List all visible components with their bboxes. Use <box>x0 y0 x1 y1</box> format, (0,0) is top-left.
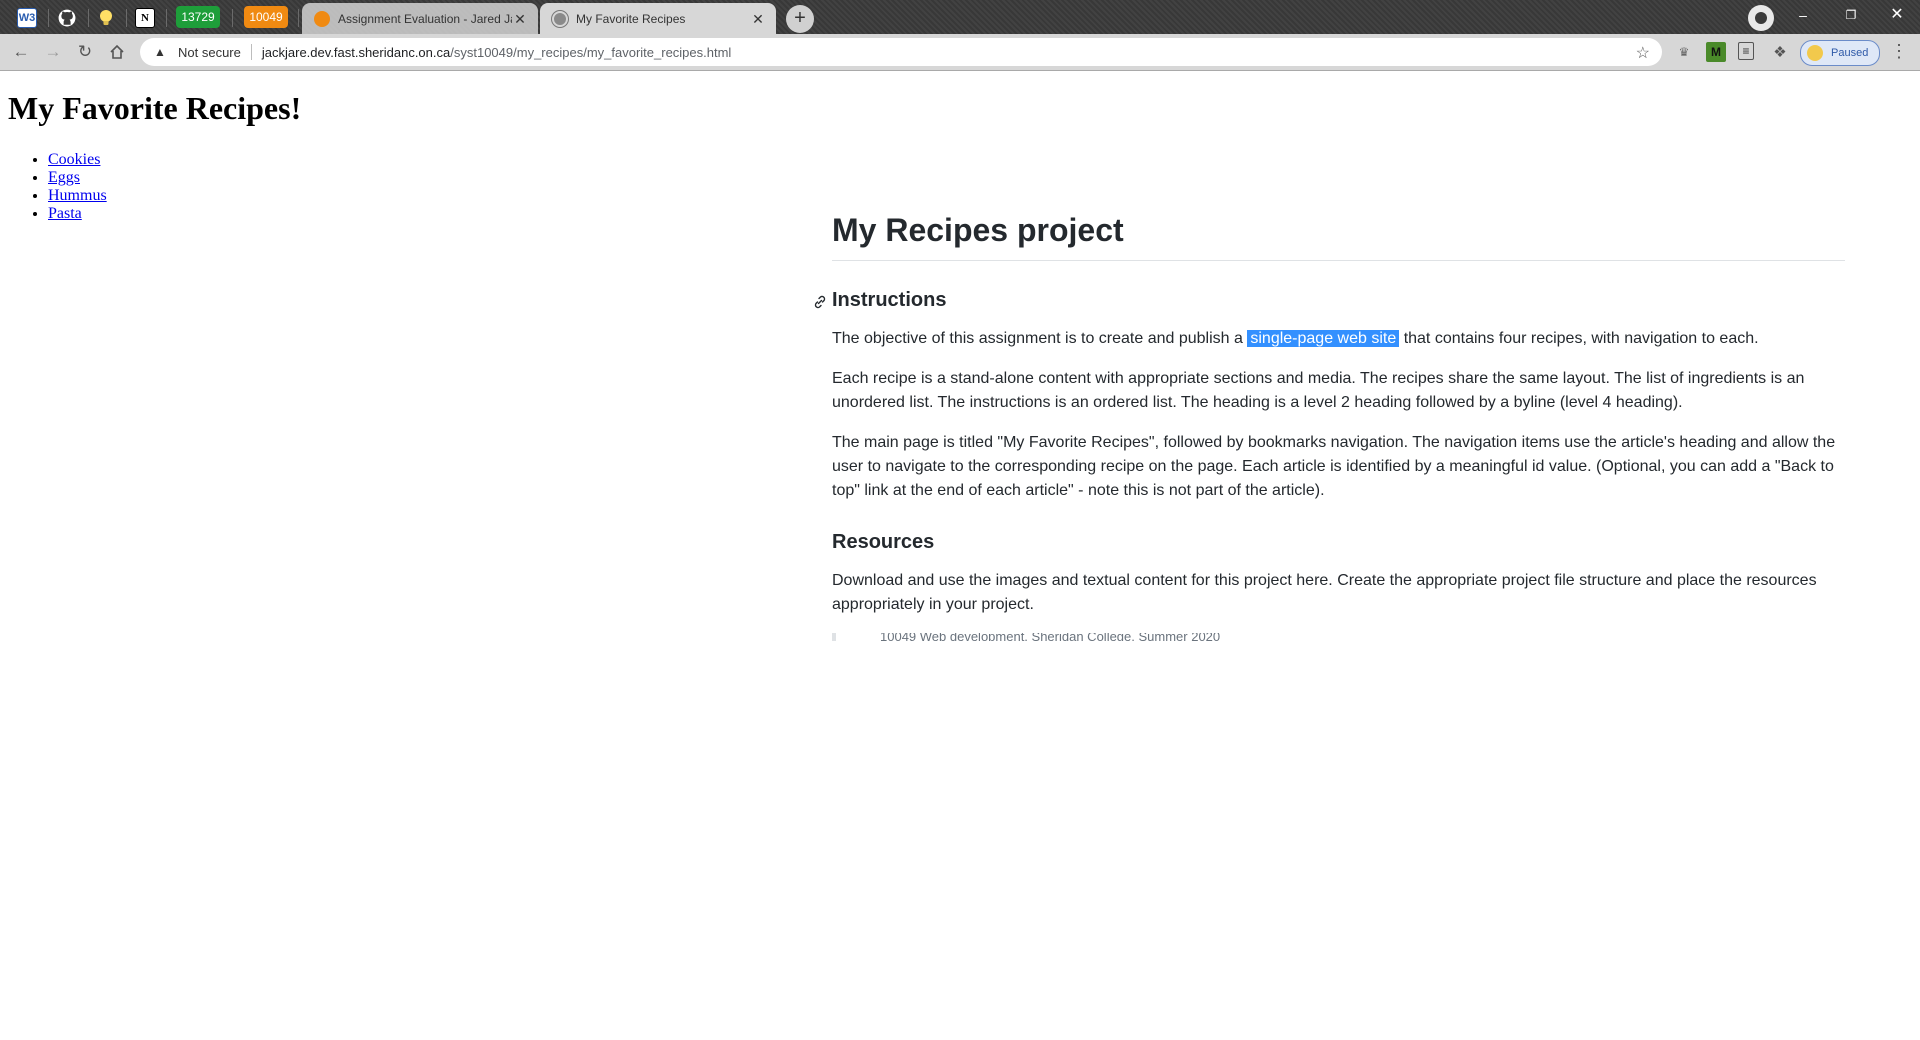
close-icon[interactable]: ✕ <box>512 11 528 27</box>
tab-separator <box>232 9 233 27</box>
pinned-tab-w3schools[interactable]: W3 <box>9 3 45 33</box>
nav-link-cookies[interactable]: Cookies <box>48 151 100 168</box>
nav-link-hummus[interactable]: Hummus <box>48 187 107 204</box>
pinned-tab-bulb[interactable] <box>88 3 124 33</box>
warning-icon[interactable]: ▲ <box>152 45 168 59</box>
home-icon <box>110 44 124 59</box>
objective-text-start: The objective of this assignment is to c… <box>832 330 1243 347</box>
extensions-puzzle-icon[interactable]: ❖ <box>1770 42 1790 62</box>
paragraph-main-page: The main page is titled "My Favorite Rec… <box>832 434 1836 499</box>
url-separator <box>250 44 252 60</box>
readme-article: My Recipes project Instructions The obje… <box>814 210 1845 641</box>
extension-crown-icon[interactable]: ♛ <box>1674 42 1694 62</box>
tab-badge-orange[interactable]: 10049 <box>244 6 288 28</box>
paragraph-objective: The objective of this assignment is to c… <box>832 327 1845 351</box>
extension-doc-icon[interactable]: ≡ <box>1738 42 1754 60</box>
lightbulb-icon <box>97 9 115 27</box>
new-tab-button[interactable]: + <box>786 5 814 33</box>
objective-text-end: that contains four recipes, with navigat… <box>1403 330 1759 347</box>
paragraph-resources: Download and use the images and textual … <box>832 572 1817 613</box>
restore-button[interactable]: ❐ <box>1828 0 1874 30</box>
github-icon <box>58 9 76 27</box>
tab-badge-green[interactable]: 13729 <box>176 6 220 28</box>
bookmark-navigation: Cookies Eggs Hummus Pasta <box>8 151 107 223</box>
blockquote-bar <box>832 633 836 641</box>
security-label[interactable]: Not secure <box>178 45 241 60</box>
resources-heading: Resources <box>832 531 935 553</box>
selected-text: single-page web site <box>1247 330 1400 347</box>
nav-item: Pasta <box>48 205 107 223</box>
readme-title: My Recipes project <box>832 210 1845 261</box>
nav-link-eggs[interactable]: Eggs <box>48 169 80 186</box>
instructions-heading-text: Instructions <box>832 289 947 311</box>
tab-search-icon[interactable] <box>1748 5 1774 31</box>
profile-status: Paused <box>1831 47 1869 59</box>
w3schools-icon: W3 <box>17 8 37 28</box>
browser-toolbar: ← → ↻ ▲ Not secure jackjare.dev.fast.she… <box>0 34 1920 71</box>
profile-button[interactable]: Paused <box>1800 40 1880 66</box>
tab-title: My Favorite Recipes <box>576 11 686 26</box>
avatar <box>1807 45 1823 61</box>
tab-title: Assignment Evaluation - Jared Ja <box>338 11 512 26</box>
address-bar[interactable]: ▲ Not secure jackjare.dev.fast.sheridanc… <box>140 38 1662 66</box>
tab-assignment-evaluation[interactable]: Assignment Evaluation - Jared Ja ✕ <box>302 3 538 34</box>
home-button[interactable] <box>105 40 129 64</box>
tab-separator <box>166 9 167 27</box>
forward-button[interactable]: → <box>41 40 65 64</box>
footer-text: 10049 Web development, Sheridan College,… <box>880 633 1221 641</box>
pinned-tab-notion[interactable]: N <box>127 3 163 33</box>
minimize-button[interactable]: – <box>1780 0 1826 30</box>
reload-button[interactable]: ↻ <box>73 40 97 64</box>
notion-icon: N <box>135 8 155 28</box>
footer-cut-line: 10049 Web development, Sheridan College,… <box>832 633 1845 641</box>
nav-item: Cookies <box>48 151 107 169</box>
url-host: jackjare.dev.fast.sheridanc.on.ca <box>261 44 451 60</box>
tab-separator <box>298 9 299 27</box>
close-icon[interactable]: ✕ <box>750 11 766 27</box>
pinned-tab-github[interactable] <box>49 3 85 33</box>
extension-m-icon[interactable]: M <box>1706 42 1726 62</box>
tab-my-favorite-recipes[interactable]: My Favorite Recipes ✕ <box>540 3 776 34</box>
nav-item: Hummus <box>48 187 107 205</box>
paragraph-recipe-layout: Each recipe is a stand-alone content wit… <box>832 370 1805 411</box>
page-title: My Favorite Recipes! <box>8 90 302 126</box>
site-favicon-icon <box>314 10 330 27</box>
bookmark-star-icon[interactable]: ☆ <box>1636 43 1650 63</box>
nav-item: Eggs <box>48 169 107 187</box>
nav-link-pasta[interactable]: Pasta <box>48 205 82 222</box>
menu-icon[interactable]: ⋮ <box>1890 41 1908 61</box>
close-window-button[interactable]: ✕ <box>1874 0 1920 30</box>
instructions-heading: Instructions <box>814 287 1845 313</box>
url-path: /syst10049/my_recipes/my_favorite_recipe… <box>450 44 732 60</box>
link-icon[interactable] <box>812 291 828 309</box>
tab-strip: W3 N 13729 10049 Assignment Evaluation -… <box>0 0 1920 34</box>
globe-icon <box>552 10 568 27</box>
back-button[interactable]: ← <box>9 40 33 64</box>
page-content: My Favorite Recipes! Cookies Eggs Hummus… <box>0 71 1920 1040</box>
